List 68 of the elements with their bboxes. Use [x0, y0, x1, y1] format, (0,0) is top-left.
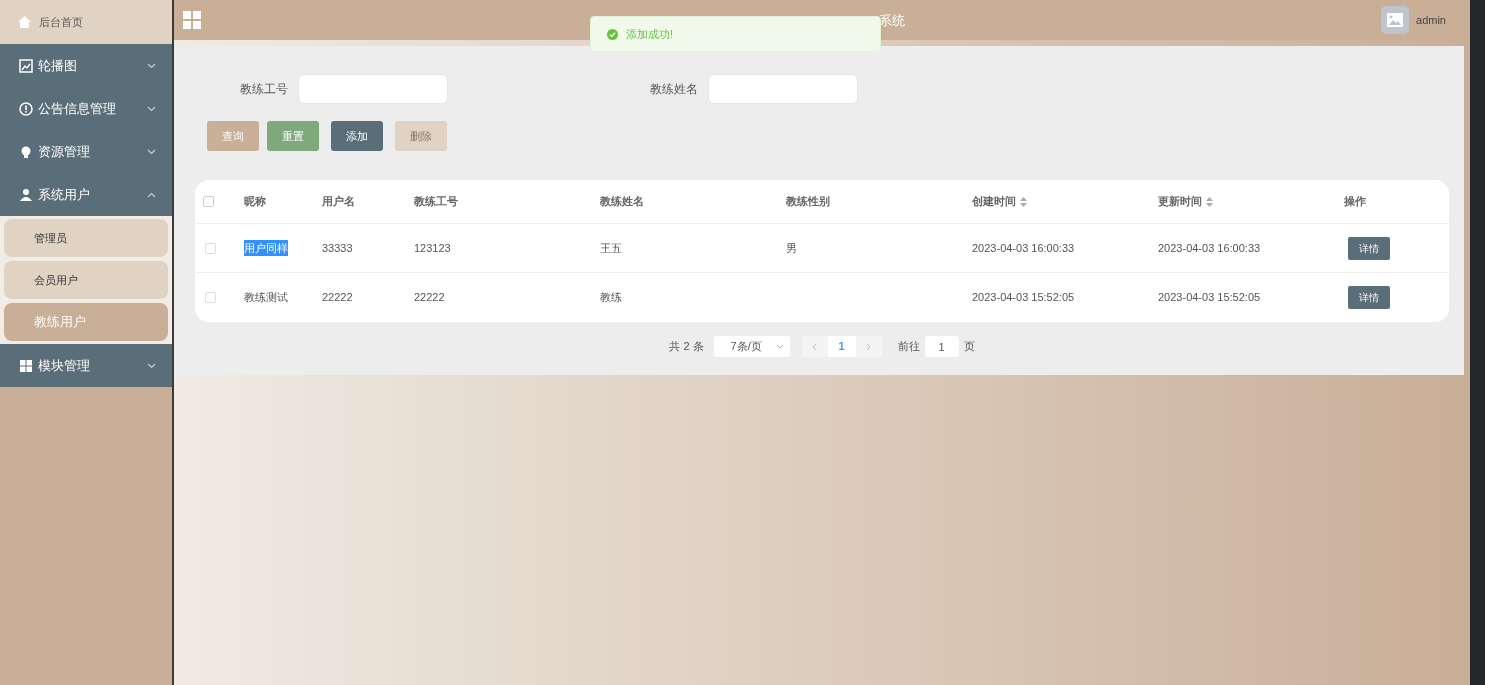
- sort-icon[interactable]: [1206, 196, 1213, 207]
- sidebar-menu-item[interactable]: 轮播图: [0, 44, 172, 87]
- username: admin: [1416, 12, 1446, 28]
- column-header[interactable]: 创建时间: [972, 193, 1027, 210]
- goto-label: 前往: [897, 339, 920, 355]
- details-button[interactable]: 详情: [1348, 286, 1390, 309]
- input-field[interactable]: [708, 74, 858, 104]
- sort-icon[interactable]: [1020, 196, 1027, 207]
- chevron-down-icon: [147, 62, 156, 69]
- chevron-down-icon: [775, 344, 784, 349]
- chevron-up-icon: [147, 191, 156, 198]
- user-icon: [19, 187, 33, 202]
- pagination-total: 共 2 条: [669, 339, 704, 355]
- table-cell-text: 2023-04-03 15:52:05: [972, 290, 1075, 306]
- chevron-down-icon: [147, 362, 156, 369]
- table-cell-text: 教练: [600, 290, 622, 306]
- next-page-button[interactable]: [855, 336, 882, 357]
- action-button[interactable]: 重置: [267, 121, 319, 151]
- page-number-button[interactable]: 1: [827, 336, 856, 357]
- check-circle-icon: [607, 28, 618, 40]
- chevron-left-icon: [812, 342, 818, 351]
- checkbox[interactable]: [203, 196, 214, 207]
- table-cell-text: 教练测试: [244, 290, 288, 306]
- field-label: 教练姓名: [650, 81, 698, 98]
- column-header[interactable]: 更新时间: [1158, 193, 1213, 210]
- table-cell-text: 123123: [414, 240, 451, 256]
- home-icon: [18, 16, 31, 28]
- sidebar-menu-item[interactable]: 资源管理: [0, 130, 172, 173]
- chevron-down-icon: [147, 148, 156, 155]
- table-cell-text: 22222: [322, 290, 353, 306]
- table-cell-text: 王五: [600, 240, 622, 256]
- grid-icon: [19, 358, 33, 373]
- field-label: 教练工号: [240, 81, 288, 98]
- lightbulb-icon: [19, 144, 33, 159]
- table-cell-text: 男: [786, 240, 797, 256]
- prev-page-button[interactable]: [801, 336, 828, 357]
- page-suffix: 页: [963, 339, 975, 355]
- table-cell-text: 22222: [414, 290, 445, 306]
- column-header: 用户名: [322, 194, 355, 210]
- table-cell: 用户同样: [244, 239, 288, 257]
- action-button[interactable]: 添加: [331, 121, 383, 151]
- table-cell-text: 33333: [322, 240, 353, 256]
- submenu-item[interactable]: 会员用户: [4, 261, 168, 299]
- grid-icon[interactable]: [183, 11, 201, 29]
- column-header: 昵称: [244, 194, 266, 210]
- page-size-select[interactable]: 7条/页: [713, 336, 790, 357]
- checkbox[interactable]: [205, 242, 216, 254]
- sidebar-menu-item[interactable]: 模块管理: [0, 344, 172, 387]
- submenu-item[interactable]: 管理员: [4, 219, 168, 257]
- column-header: 教练姓名: [600, 194, 644, 210]
- column-header: 教练性别: [786, 194, 830, 210]
- input-field[interactable]: [298, 74, 448, 104]
- column-header: 教练工号: [414, 194, 458, 210]
- chevron-right-icon: [866, 342, 872, 351]
- details-button[interactable]: 详情: [1348, 236, 1390, 260]
- header-title: 系统: [879, 12, 905, 30]
- sidebar-home-item[interactable]: 后台首页: [0, 0, 172, 44]
- sidebar-menu-item[interactable]: 公告信息管理: [0, 87, 172, 130]
- success-toast: 添加成功!: [590, 16, 881, 52]
- column-header: 操作: [1344, 194, 1366, 210]
- sidebar-menu-item[interactable]: 系统用户: [0, 173, 172, 216]
- info-icon: [19, 101, 33, 116]
- checkbox[interactable]: [205, 292, 216, 303]
- table-cell-text: 2023-04-03 16:00:33: [1158, 240, 1261, 256]
- chevron-down-icon: [147, 105, 156, 112]
- table-cell-text: 2023-04-03 16:00:33: [972, 240, 1075, 256]
- table-cell-text: 2023-04-03 15:52:05: [1158, 290, 1261, 306]
- page-input[interactable]: 1: [924, 336, 959, 357]
